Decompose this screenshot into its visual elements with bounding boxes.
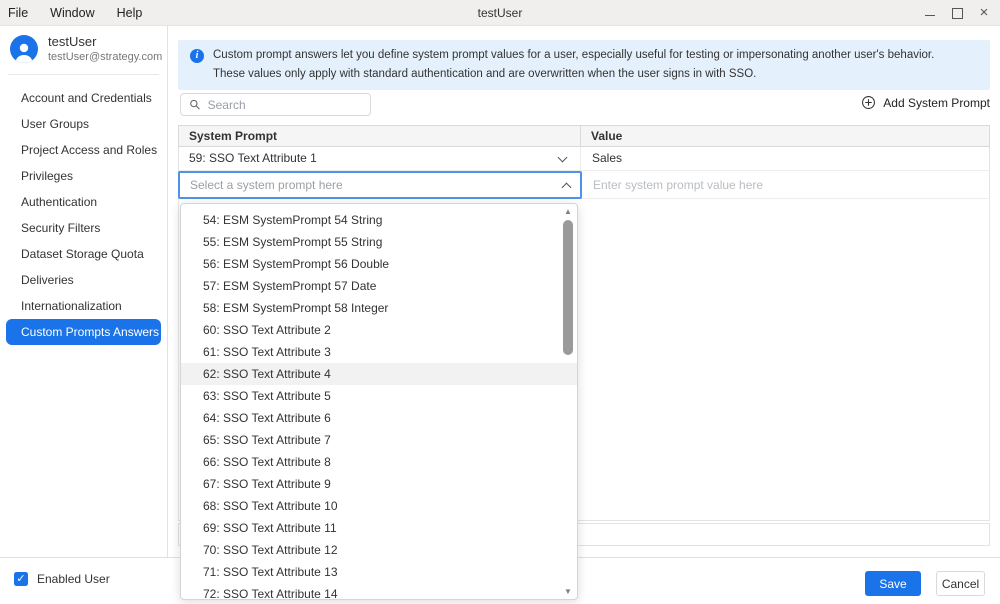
scroll-down-icon[interactable]: ▼ [561, 587, 575, 596]
user-avatar-icon [10, 35, 38, 63]
dropdown-option[interactable]: 55: ESM SystemPrompt 55 String [181, 231, 577, 253]
dropdown-option[interactable]: 54: ESM SystemPrompt 54 String [181, 209, 577, 231]
sidebar-nav: Account and CredentialsUser GroupsProjec… [0, 83, 167, 345]
dropdown-option[interactable]: 57: ESM SystemPrompt 57 Date [181, 275, 577, 297]
menu-bar: File Window Help [8, 0, 142, 26]
menu-item[interactable]: Window [50, 6, 94, 20]
info-icon: i [190, 49, 204, 63]
search-box[interactable] [180, 93, 371, 116]
sidebar-item[interactable]: User Groups [6, 111, 161, 137]
titlebar: File Window Help testUser × [0, 0, 1000, 26]
window-controls: × [924, 0, 990, 26]
value-cell-row2 [582, 171, 989, 198]
sidebar-item[interactable]: Security Filters [6, 215, 161, 241]
maximize-icon[interactable] [951, 7, 963, 19]
info-banner: i Custom prompt answers let you define s… [178, 40, 990, 90]
search-input[interactable] [208, 98, 362, 112]
user-email: testUser@strategy.com [48, 50, 162, 64]
dropdown-option[interactable]: 56: ESM SystemPrompt 56 Double [181, 253, 577, 275]
window-title: testUser [0, 0, 1000, 26]
dropdown-option[interactable]: 61: SSO Text Attribute 3 [181, 341, 577, 363]
sidebar-item[interactable]: Deliveries [6, 267, 161, 293]
sidebar-item[interactable]: Privileges [6, 163, 161, 189]
dropdown-option[interactable]: 70: SSO Text Attribute 12 [181, 539, 577, 561]
dropdown-option[interactable]: 72: SSO Text Attribute 14 [181, 583, 577, 600]
cancel-button[interactable]: Cancel [936, 571, 985, 596]
prompt-select-row1[interactable]: 59: SSO Text Attribute 1 [179, 147, 581, 170]
column-header-value: Value [581, 126, 989, 146]
add-system-prompt-label: Add System Prompt [883, 96, 990, 110]
chevron-down-icon [558, 153, 568, 163]
plus-circle-icon [861, 95, 876, 110]
dropdown-option[interactable]: 58: ESM SystemPrompt 58 Integer [181, 297, 577, 319]
menu-item[interactable]: Help [117, 6, 143, 20]
prompt-select-row1-value: 59: SSO Text Attribute 1 [189, 151, 317, 165]
dropdown-option[interactable]: 68: SSO Text Attribute 10 [181, 495, 577, 517]
prompt-select-placeholder: Select a system prompt here [190, 178, 563, 192]
table-row: Select a system prompt here [178, 171, 990, 199]
enabled-user-label: Enabled User [37, 572, 110, 586]
dropdown-option[interactable]: 65: SSO Text Attribute 7 [181, 429, 577, 451]
dropdown-option[interactable]: 67: SSO Text Attribute 9 [181, 473, 577, 495]
dropdown-option[interactable]: 63: SSO Text Attribute 5 [181, 385, 577, 407]
toolbar: Add System Prompt [178, 93, 990, 117]
table-row: 59: SSO Text Attribute 1 Sales [178, 147, 990, 171]
dropdown-list: 54: ESM SystemPrompt 54 String55: ESM Sy… [181, 204, 577, 600]
user-block: testUser testUser@strategy.com [0, 26, 167, 74]
dropdown-option[interactable]: 62: SSO Text Attribute 4 [181, 363, 577, 385]
sidebar-item[interactable]: Authentication [6, 189, 161, 215]
info-banner-text: Custom prompt answers let you define sys… [213, 46, 962, 84]
chevron-up-icon [562, 182, 572, 192]
user-name: testUser [48, 34, 162, 50]
dropdown-scrollbar[interactable]: ▲ ▼ [561, 207, 575, 596]
enabled-user-control[interactable]: ✓ Enabled User [14, 572, 110, 586]
dropdown-option[interactable]: 69: SSO Text Attribute 11 [181, 517, 577, 539]
sidebar-item[interactable]: Dataset Storage Quota [6, 241, 161, 267]
add-system-prompt-button[interactable]: Add System Prompt [861, 95, 990, 110]
dropdown-option[interactable]: 66: SSO Text Attribute 8 [181, 451, 577, 473]
scroll-up-icon[interactable]: ▲ [561, 207, 575, 216]
value-input-row2[interactable] [582, 171, 989, 198]
system-prompt-dropdown: 54: ESM SystemPrompt 54 String55: ESM Sy… [180, 203, 578, 600]
sidebar-item[interactable]: Account and Credentials [6, 85, 161, 111]
sidebar: testUser testUser@strategy.com Account a… [0, 26, 168, 557]
save-button[interactable]: Save [865, 571, 921, 596]
dropdown-option[interactable]: 64: SSO Text Attribute 6 [181, 407, 577, 429]
close-icon[interactable]: × [978, 7, 990, 19]
search-icon [189, 98, 201, 111]
enabled-user-checkbox[interactable]: ✓ [14, 572, 28, 586]
minimize-icon[interactable] [924, 7, 936, 19]
sidebar-item[interactable]: Internationalization [6, 293, 161, 319]
sidebar-item[interactable]: Project Access and Roles [6, 137, 161, 163]
menu-item[interactable]: File [8, 6, 28, 20]
value-cell-row1[interactable]: Sales [581, 147, 989, 170]
table-header: System Prompt Value [178, 125, 990, 147]
sidebar-divider [8, 74, 159, 75]
dropdown-option[interactable]: 60: SSO Text Attribute 2 [181, 319, 577, 341]
dropdown-option[interactable]: 71: SSO Text Attribute 13 [181, 561, 577, 583]
column-header-system-prompt: System Prompt [179, 126, 581, 146]
scrollbar-thumb[interactable] [563, 220, 573, 355]
sidebar-item[interactable]: Custom Prompts Answers [6, 319, 161, 345]
prompt-select-row2[interactable]: Select a system prompt here [178, 171, 582, 199]
